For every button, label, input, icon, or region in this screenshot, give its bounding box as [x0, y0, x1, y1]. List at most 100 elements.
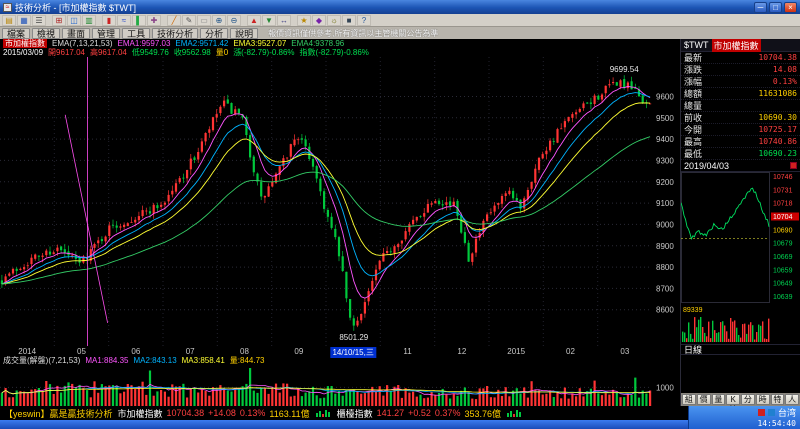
quote-date-row: 2019/04/03 — [681, 160, 800, 172]
status-amount-0: 1163.11億 — [269, 407, 309, 420]
date-label-5: 09 — [294, 347, 303, 356]
date-label-9: 2015 — [507, 347, 525, 356]
save-icon[interactable]: ▦ — [17, 15, 31, 26]
quote-label-1: 漲跌 — [684, 64, 702, 76]
zoom-in-icon[interactable]: ⊕ — [212, 15, 226, 26]
panel-tab-5[interactable]: 時 — [756, 394, 770, 405]
down-arrow-icon[interactable]: ▼ — [262, 15, 276, 26]
panel-tab-1[interactable]: 價 — [697, 394, 711, 405]
candlestick-chart[interactable]: 9600950094009300920091009000890088008700… — [0, 57, 680, 346]
up-arrow-icon[interactable]: ▲ — [247, 15, 261, 26]
taskbar[interactable] — [0, 420, 688, 429]
svg-text:9500: 9500 — [656, 114, 674, 123]
quote-value-8: 10690.23 — [758, 148, 797, 160]
svg-text:9200: 9200 — [656, 178, 674, 187]
main-area: 市加權指數 EMA(7,13,21,53) EMA1:9597.03EMA2:9… — [0, 39, 800, 406]
status-change-1: +0.52 — [408, 408, 431, 418]
volume-ma-1: MA2:843.13 — [134, 356, 177, 365]
quote-date: 2019/04/03 — [684, 161, 729, 171]
date-label-10: 02 — [566, 347, 575, 356]
ohlc-field-0: 2015/03/09 — [3, 48, 43, 57]
panel-tab-buttons: 組價量K線分時特人 — [681, 393, 800, 406]
layout-grid-icon[interactable]: ⊞ — [52, 15, 66, 26]
panel-tab-4[interactable]: 分 — [741, 394, 755, 405]
settings-icon[interactable]: ☼ — [327, 15, 341, 26]
quote-value-7: 10740.86 — [758, 136, 797, 148]
svg-text:9400: 9400 — [656, 135, 674, 144]
minimize-button[interactable]: ─ — [754, 2, 767, 13]
line-chart-icon[interactable]: ≈ — [117, 15, 131, 26]
maximize-button[interactable]: □ — [769, 2, 782, 13]
panel-tab-0[interactable]: 組 — [682, 394, 696, 405]
volume-title: 成交量(解盤)(7,21,53) — [3, 356, 80, 365]
svg-text:8700: 8700 — [656, 284, 674, 293]
quote-label-7: 最高 — [684, 136, 702, 148]
print-icon[interactable]: ☰ — [32, 15, 46, 26]
square-icon[interactable]: ■ — [342, 15, 356, 26]
tray-icon-red[interactable] — [758, 409, 765, 416]
quote-label-8: 最低 — [684, 148, 702, 160]
period-selector[interactable]: 日線 — [681, 344, 800, 355]
date-label-7: 11 — [403, 347, 411, 356]
eraser-icon[interactable]: ▭ — [197, 15, 211, 26]
layout-rows-icon[interactable]: ▥ — [82, 15, 96, 26]
quote-panel: $TWT 市加權指數 最新10704.38漲跌14.08漲幅0.13%總額116… — [680, 39, 800, 406]
volume-chart[interactable]: 1000 — [0, 365, 680, 406]
date-label-8: 12 — [457, 347, 466, 356]
quote-row-3: 總額11631086 — [681, 88, 800, 100]
menu-item-5[interactable]: 技術分析 — [152, 28, 198, 39]
star-icon[interactable]: ★ — [297, 15, 311, 26]
svg-text:89339: 89339 — [683, 307, 703, 314]
tray-icon-blue[interactable] — [768, 409, 775, 416]
file-open-icon[interactable]: ▤ — [2, 15, 16, 26]
menu-item-3[interactable]: 管理 — [92, 28, 120, 39]
status-price-0: 10704.38 — [167, 408, 205, 418]
app-window: ≈ 技術分析 - [市加權指數 $TWT] ─ □ × ▤▦☰⊞◫▥▮≈▌✚╱✎… — [0, 0, 800, 429]
close-button[interactable]: × — [784, 2, 797, 13]
disclaimer-text: 報價資訊僅供參考,所有資訊以主管機關公告為準 — [268, 28, 438, 39]
quote-row-6: 今開10725.17 — [681, 124, 800, 136]
menu-item-2[interactable]: 畫面 — [62, 28, 90, 39]
layout-2x2-icon[interactable]: ◫ — [67, 15, 81, 26]
panel-tab-2[interactable]: 量 — [712, 394, 726, 405]
panel-tab-3[interactable]: K線 — [726, 394, 740, 405]
ema-value-1: EMA1:9597.03 — [117, 39, 170, 48]
svg-text:9100: 9100 — [656, 199, 674, 208]
quote-label-3: 總額 — [684, 88, 702, 100]
left-right-icon[interactable]: ↔ — [277, 15, 291, 26]
menu-item-0[interactable]: 檔案 — [2, 28, 30, 39]
brand-label: 【yeswin】贏是贏技術分析 — [4, 407, 113, 420]
svg-text:10704: 10704 — [773, 214, 793, 221]
quote-value-2: 0.13% — [773, 76, 797, 88]
status-pct-0: 0.13% — [240, 408, 266, 418]
diamond-icon[interactable]: ◆ — [312, 15, 326, 26]
market-status-icon — [790, 162, 797, 169]
date-label-1: 05 — [77, 347, 86, 356]
menu-item-1[interactable]: 檢視 — [32, 28, 60, 39]
svg-text:10746: 10746 — [773, 174, 793, 181]
zoom-out-icon[interactable]: ⊖ — [227, 15, 241, 26]
quote-panel-header: $TWT 市加權指數 — [681, 39, 800, 52]
trendline-icon[interactable]: ╱ — [167, 15, 181, 26]
menu-item-7[interactable]: 說明 — [230, 28, 258, 39]
help-icon[interactable]: ? — [357, 15, 371, 26]
status-amount-1: 353.76億 — [464, 407, 501, 420]
panel-tab-6[interactable]: 特 — [771, 394, 785, 405]
svg-text:9600: 9600 — [656, 93, 674, 102]
ema-value-3: EMA3:9527.07 — [233, 39, 286, 48]
menu-item-4[interactable]: 工具 — [122, 28, 150, 39]
intraday-mini-chart[interactable]: 1074610731107181070410690106791066910659… — [681, 172, 800, 344]
svg-text:10659: 10659 — [773, 267, 793, 274]
crosshair-icon[interactable]: ✚ — [147, 15, 161, 26]
svg-text:9300: 9300 — [656, 156, 674, 165]
ohlc-field-6: 漲(-82.79)-0.86% — [233, 48, 294, 57]
quote-label-4: 總量 — [684, 100, 702, 112]
panel-tab-7[interactable]: 人 — [785, 394, 799, 405]
quote-value-0: 10704.38 — [758, 52, 797, 64]
pencil-icon[interactable]: ✎ — [182, 15, 196, 26]
menu-item-6[interactable]: 分析 — [200, 28, 228, 39]
kline-chart-icon[interactable]: ▮ — [102, 15, 116, 26]
date-axis: 2014050607080914/10/15,三111220150203 — [0, 346, 680, 356]
ema-value-4: EMA4:9378.96 — [291, 39, 344, 48]
bar-chart-icon[interactable]: ▌ — [132, 15, 146, 26]
